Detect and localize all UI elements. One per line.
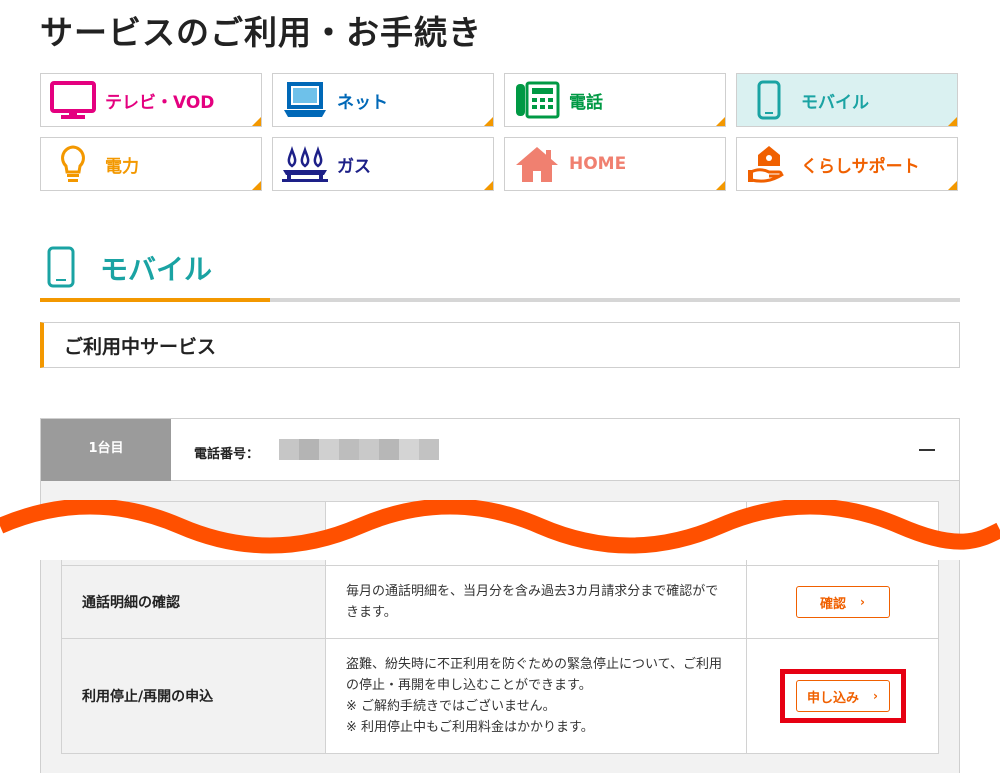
device-tab-label: 1台目 — [88, 441, 124, 456]
category-label: テレビ・VOD — [105, 92, 215, 113]
table-row: 利用停止/再開の申込 盗難、紛失時に不正利用を防ぐための緊急停止について、ご利用… — [61, 638, 939, 754]
confirm-button-label: 確認 — [820, 596, 847, 612]
category-label: HOME — [569, 154, 627, 174]
service-name: 通話明細の確認 — [61, 565, 326, 639]
device-header: 1台目 電話番号： — [41, 419, 959, 481]
category-label: くらしサポート — [801, 156, 920, 177]
phone-number-masked — [279, 439, 439, 460]
service-description-line: 盗難、紛失時に不正利用を防ぐための緊急停止について、ご利用の停止・再開を申し込む… — [346, 657, 722, 693]
service-description-note: ※ 利用停止中もご利用料金はかかります。 — [346, 720, 594, 735]
highlight-frame: 申し込み › — [779, 669, 906, 723]
category-gas[interactable]: ガス — [272, 137, 494, 191]
smartphone-icon — [737, 74, 801, 126]
page-title: サービスのご利用・お手続き — [40, 13, 482, 52]
category-label: モバイル — [801, 92, 869, 113]
service-description: 盗難、紛失時に不正利用を防ぐための緊急停止について、ご利用の停止・再開を申し込む… — [325, 638, 747, 754]
category-label: 電力 — [105, 156, 139, 177]
apply-button[interactable]: 申し込み › — [795, 680, 890, 712]
phone-number-label: 電話番号： — [194, 447, 260, 462]
category-home[interactable]: HOME — [504, 137, 726, 191]
subsection-title: ご利用中サービス — [64, 335, 217, 358]
category-electricity[interactable]: 電力 — [40, 137, 262, 191]
service-name: 利用停止/再開の申込 — [61, 638, 326, 754]
minus-icon[interactable] — [919, 449, 935, 451]
category-label: ガス — [337, 156, 371, 177]
gas-flame-icon — [273, 138, 337, 190]
house-icon — [505, 138, 569, 190]
category-label: 電話 — [569, 92, 603, 113]
section-divider-accent — [40, 298, 270, 302]
category-net[interactable]: ネット — [272, 73, 494, 127]
subsection-header: ご利用中サービス — [40, 322, 960, 368]
category-life-support[interactable]: くらしサポート — [736, 137, 958, 191]
cut-wave-divider — [0, 500, 1000, 560]
table-row: 通話明細の確認 毎月の通話明細を、当月分を含み過去3カ月請求分まで確認ができます… — [61, 565, 939, 639]
smartphone-icon — [46, 246, 76, 292]
lightbulb-icon — [41, 138, 105, 190]
hand-house-icon — [737, 138, 801, 190]
service-description: 毎月の通話明細を、当月分を含み過去3カ月請求分まで確認ができます。 — [325, 565, 747, 639]
category-mobile[interactable]: モバイル — [736, 73, 958, 127]
service-description-note: ※ ご解約手続きではございません。 — [346, 699, 556, 714]
apply-button-label: 申し込み — [807, 690, 860, 706]
device-panel: 1台目 電話番号： 通話明細の確認 毎月の通話明細を、当月分を含み過去3カ月請求… — [40, 418, 960, 773]
tv-icon — [41, 74, 105, 126]
laptop-icon — [273, 74, 337, 126]
phone-icon — [505, 74, 569, 126]
section-header-mobile: モバイル — [40, 240, 960, 302]
chevron-right-icon: › — [873, 689, 878, 703]
device-tab[interactable]: 1台目 — [41, 419, 171, 481]
category-phone[interactable]: 電話 — [504, 73, 726, 127]
category-nav: テレビ・VOD ネット 電話 モバイル 電力 ガス HOME くらしサポート — [40, 73, 960, 191]
confirm-button[interactable]: 確認 › — [795, 586, 890, 618]
category-tv-vod[interactable]: テレビ・VOD — [40, 73, 262, 127]
section-title: モバイル — [100, 253, 213, 286]
chevron-right-icon: › — [860, 595, 865, 609]
category-label: ネット — [337, 92, 388, 113]
